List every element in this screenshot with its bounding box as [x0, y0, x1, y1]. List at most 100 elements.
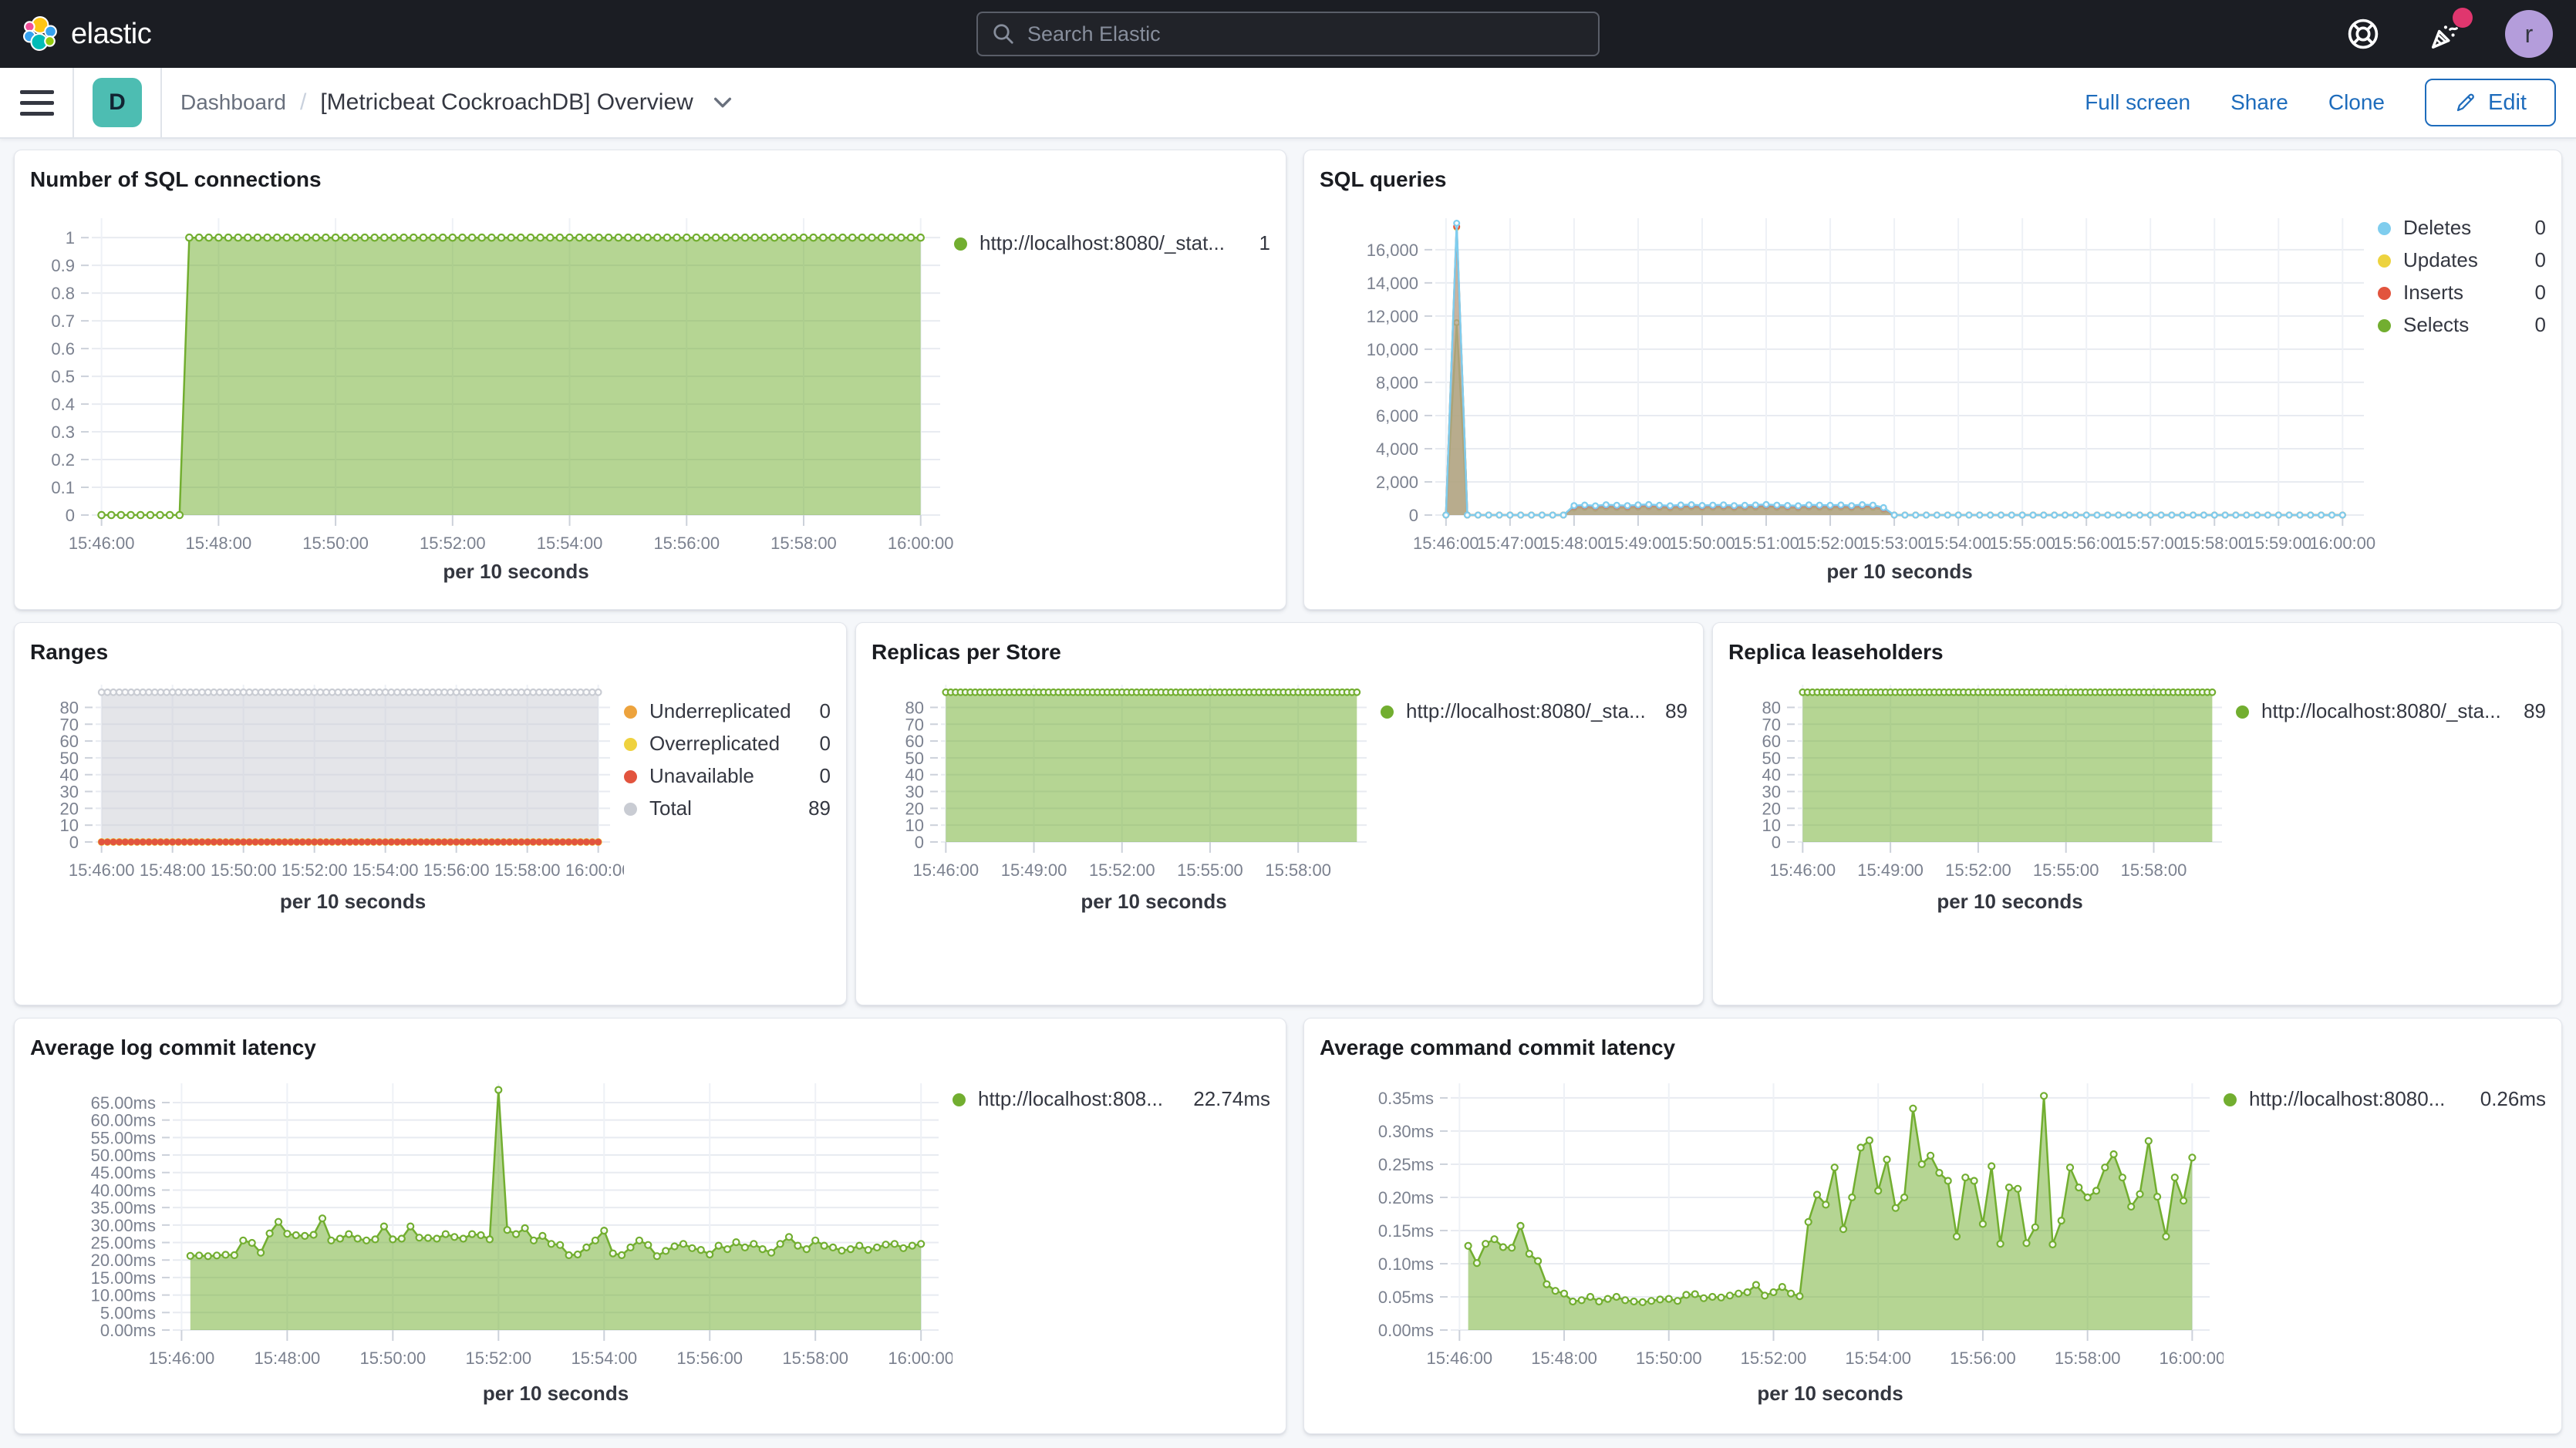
svg-text:60: 60: [1762, 732, 1781, 751]
space-badge[interactable]: D: [93, 78, 142, 127]
legend-swatch-icon: [624, 803, 637, 816]
svg-text:16:00:00: 16:00:00: [565, 860, 624, 880]
legend-item[interactable]: Underreplicated0: [624, 700, 831, 723]
legend-item[interactable]: Unavailable 0: [624, 765, 831, 788]
svg-text:0: 0: [915, 833, 924, 852]
panel-title: Replica leaseholders: [1728, 638, 2546, 666]
title-menu-button[interactable]: [712, 92, 733, 113]
svg-text:0: 0: [69, 833, 79, 852]
svg-text:15:58:00: 15:58:00: [2121, 860, 2187, 880]
legend-item[interactable]: http://localhost:8080/_stat...1: [954, 232, 1270, 255]
svg-text:15:59:00: 15:59:00: [2245, 534, 2311, 553]
svg-text:15:55:00: 15:55:00: [2033, 860, 2099, 880]
svg-text:0.15ms: 0.15ms: [1378, 1221, 1434, 1241]
legend-value: 89: [2511, 700, 2546, 723]
user-avatar[interactable]: r: [2505, 10, 2553, 58]
svg-text:0.8: 0.8: [51, 285, 75, 304]
legend-value: 89: [796, 797, 831, 820]
space-initial: D: [109, 89, 126, 116]
sql-connections-chart[interactable]: 00.10.20.30.40.50.60.70.80.9115:46:0015:…: [30, 200, 954, 589]
legend-item[interactable]: Inserts0: [2378, 281, 2546, 305]
legend-item[interactable]: http://localhost:808...22.74ms: [953, 1088, 1270, 1111]
svg-text:0.6: 0.6: [51, 340, 75, 359]
legend-label: http://localhost:8080...: [2249, 1088, 2445, 1111]
kibana-dashboard-page: elastic: [0, 0, 2576, 1434]
legend-label: Underreplicated: [649, 700, 791, 723]
svg-text:15.00ms: 15.00ms: [91, 1268, 156, 1288]
legend-value: 0: [808, 732, 831, 756]
svg-text:0.3: 0.3: [51, 423, 75, 442]
svg-text:15:50:00: 15:50:00: [1636, 1349, 1702, 1368]
svg-text:50: 50: [905, 749, 924, 768]
svg-text:20: 20: [905, 800, 924, 819]
legend-label: Inserts: [2403, 281, 2463, 305]
svg-text:15:50:00: 15:50:00: [302, 534, 369, 553]
legend-label: Deletes: [2403, 217, 2471, 240]
svg-text:2,000: 2,000: [1376, 473, 1418, 492]
svg-text:0.30ms: 0.30ms: [1378, 1122, 1434, 1141]
search-icon: [992, 22, 1015, 45]
ranges-chart[interactable]: 0102030405060708015:46:0015:48:0015:50:0…: [30, 672, 624, 919]
legend-value: 22.74ms: [1181, 1088, 1270, 1111]
legend-item[interactable]: http://localhost:8080...0.26ms: [2224, 1088, 2546, 1111]
svg-text:0.5: 0.5: [51, 367, 75, 386]
chart-legend: http://localhost:8080...0.26ms: [2224, 1068, 2546, 1111]
panel-average-log-commit-latency: Average log commit latency 0.00ms5.00ms1…: [14, 1018, 1286, 1434]
legend-label: Selects: [2403, 314, 2469, 337]
full-screen-button[interactable]: Full screen: [2085, 90, 2190, 115]
svg-text:5.00ms: 5.00ms: [100, 1304, 156, 1323]
global-search[interactable]: [976, 12, 1600, 56]
log-commit-latency-chart[interactable]: 0.00ms5.00ms10.00ms15.00ms20.00ms25.00ms…: [30, 1068, 953, 1411]
svg-text:0.10ms: 0.10ms: [1378, 1254, 1434, 1274]
edit-button[interactable]: Edit: [2425, 79, 2556, 126]
replicas-per-store-chart[interactable]: 0102030405060708015:46:0015:49:0015:52:0…: [872, 672, 1381, 919]
legend-item[interactable]: Overreplicated0: [624, 732, 831, 756]
svg-text:15:54:00: 15:54:00: [352, 860, 419, 880]
legend-label: Unavailable: [649, 765, 754, 788]
svg-text:0.4: 0.4: [51, 395, 75, 414]
svg-text:15:52:00: 15:52:00: [1797, 534, 1863, 553]
svg-text:15:50:00: 15:50:00: [360, 1349, 427, 1368]
command-commit-latency-chart[interactable]: 0.00ms0.05ms0.10ms0.15ms0.20ms0.25ms0.30…: [1320, 1068, 2224, 1411]
legend-swatch-icon: [624, 770, 637, 783]
svg-text:30.00ms: 30.00ms: [91, 1216, 156, 1235]
menu-button[interactable]: [20, 87, 54, 119]
newsfeed-button[interactable]: [2423, 12, 2466, 56]
legend-item[interactable]: Updates0: [2378, 249, 2546, 272]
dashboard-actions: Full screen Share Clone Edit: [2085, 79, 2556, 126]
share-button[interactable]: Share: [2230, 90, 2288, 115]
panel-title: Ranges: [30, 638, 831, 666]
svg-text:15:52:00: 15:52:00: [420, 534, 486, 553]
legend-value: 0: [808, 765, 831, 788]
svg-text:15:52:00: 15:52:00: [465, 1349, 531, 1368]
legend-item[interactable]: Deletes0: [2378, 217, 2546, 240]
panel-ranges: Ranges 0102030405060708015:46:0015:48:00…: [14, 622, 847, 1005]
legend-item[interactable]: http://localhost:8080/_sta...89: [1381, 700, 1688, 723]
svg-text:25.00ms: 25.00ms: [91, 1234, 156, 1253]
legend-swatch-icon: [2378, 287, 2391, 300]
panel-title: Number of SQL connections: [30, 166, 1270, 194]
svg-text:15:52:00: 15:52:00: [1741, 1349, 1807, 1368]
panel-title: Replicas per Store: [872, 638, 1688, 666]
svg-text:35.00ms: 35.00ms: [91, 1199, 156, 1218]
svg-text:1: 1: [66, 229, 75, 248]
elastic-logo[interactable]: elastic: [23, 16, 151, 52]
chart-legend: Underreplicated0Overreplicated0Unavailab…: [624, 672, 831, 820]
breadcrumb-dashboard-link[interactable]: Dashboard: [180, 90, 286, 115]
legend-item[interactable]: http://localhost:8080/_sta...89: [2236, 700, 2546, 723]
legend-item[interactable]: Selects0: [2378, 314, 2546, 337]
replica-leaseholders-chart[interactable]: 0102030405060708015:46:0015:49:0015:52:0…: [1728, 672, 2236, 919]
svg-text:10: 10: [905, 817, 924, 836]
svg-text:15:57:00: 15:57:00: [2117, 534, 2183, 553]
search-input[interactable]: [1027, 22, 1584, 46]
svg-text:0.9: 0.9: [51, 257, 75, 276]
legend-item[interactable]: Total89: [624, 797, 831, 820]
global-header: elastic: [0, 0, 2576, 68]
clone-button[interactable]: Clone: [2328, 90, 2385, 115]
svg-text:40: 40: [905, 766, 924, 785]
sql-queries-chart[interactable]: 02,0004,0006,0008,00010,00012,00014,0001…: [1320, 200, 2378, 589]
svg-text:70: 70: [60, 716, 79, 735]
help-button[interactable]: [2342, 12, 2385, 56]
panel-number-of-sql-connections: Number of SQL connections 00.10.20.30.40…: [14, 150, 1286, 610]
legend-swatch-icon: [1381, 705, 1394, 719]
